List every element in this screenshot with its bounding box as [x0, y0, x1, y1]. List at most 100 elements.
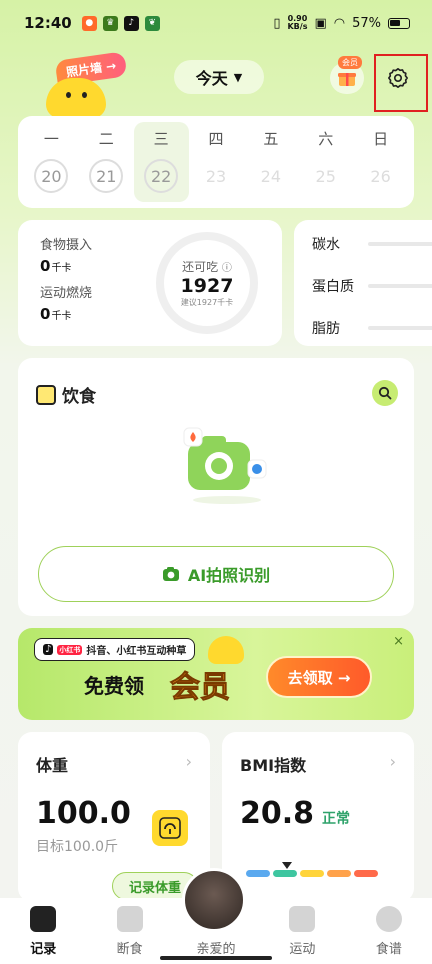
macro-protein: 蛋白质 — [294, 265, 432, 307]
date-label: 今天 — [195, 69, 228, 88]
day-label: 二 — [98, 130, 114, 148]
intake-block: 食物摄入 0千卡 — [40, 234, 92, 275]
weight-card[interactable]: 体重 › 100.0 目标100.0斤 记录体重 — [18, 732, 210, 902]
bmi-card[interactable]: BMI指数 › 20.8 正常 — [222, 732, 414, 902]
tiktok-icon: ♪ — [123, 15, 139, 31]
vibrate-icon: ▯ — [273, 15, 281, 31]
macro-card[interactable]: 碳水 蛋白质 脂肪 — [294, 220, 432, 346]
calorie-summary-card[interactable]: 食物摄入 0千卡 运动燃烧 0千卡 还可吃 ⓘ 1927 建议1927千卡 — [18, 220, 282, 346]
bmi-scale — [246, 870, 378, 877]
day-wed-selected[interactable]: 三 22 — [133, 122, 189, 202]
remaining-label: 还可吃 — [182, 260, 219, 274]
intake-label: 食物摄入 — [40, 238, 93, 253]
diet-icon — [36, 384, 56, 405]
nav-record-label: 记录 — [30, 941, 57, 957]
ai-button-label: AI拍照识别 — [187, 566, 271, 585]
crown-icon: ♛ — [102, 15, 118, 31]
day-tue[interactable]: 二 21 — [79, 116, 134, 208]
nav-fasting[interactable]: 断食 — [86, 898, 172, 964]
diet-search-button[interactable] — [372, 380, 398, 406]
burn-value: 0 — [40, 305, 51, 323]
burn-block: 运动燃烧 0千卡 — [40, 282, 92, 323]
calendar-icon — [116, 905, 143, 932]
bmi-value: 20.8 — [240, 796, 315, 831]
bmi-segment — [354, 870, 378, 877]
intake-value-row: 0千卡 — [40, 257, 92, 275]
battery-text: 57% — [352, 15, 381, 31]
wifi-icon: ◠ — [333, 15, 346, 31]
day-label: 五 — [263, 130, 279, 148]
leaf-icon: ❦ — [144, 15, 160, 31]
fat-label: 脂肪 — [312, 321, 340, 337]
battery-icon — [388, 17, 410, 29]
day-sun[interactable]: 日 26 — [353, 116, 408, 208]
ai-photo-recognize-button[interactable]: AI拍照识别 — [38, 546, 394, 602]
bmi-title: BMI指数 — [240, 756, 307, 775]
photo-wall-entry[interactable]: 照片墙 → — [42, 51, 132, 118]
bmi-segment — [246, 870, 270, 877]
sim-icon: ▣ — [314, 15, 327, 31]
info-icon: ⓘ — [221, 263, 232, 274]
app-notification-icon: ● — [81, 15, 97, 31]
nav-record[interactable]: 记录 — [0, 898, 86, 964]
free-member-banner[interactable]: ♪ 小红书 抖音、小红书互动种草 免费领 会员 去领取 → × — [18, 628, 414, 720]
caret-down-icon: ▼ — [233, 70, 243, 84]
burn-label: 运动燃烧 — [40, 286, 93, 301]
day-mon[interactable]: 一 20 — [24, 116, 79, 208]
day-fri[interactable]: 五 24 — [243, 116, 298, 208]
weight-target: 目标100.0斤 — [36, 839, 119, 855]
burn-value-row: 0千卡 — [40, 305, 92, 323]
diet-card: 饮食 AI拍照识别 — [18, 358, 414, 616]
intake-value: 0 — [40, 257, 51, 275]
macro-carbs: 碳水 — [294, 223, 432, 265]
banner-close-icon[interactable]: × — [393, 634, 404, 649]
fat-bar — [368, 326, 432, 330]
nav-recipes[interactable]: 食谱 — [346, 898, 432, 964]
remaining-label-row: 还可吃 ⓘ — [182, 258, 232, 275]
dumbbell-icon — [289, 905, 316, 932]
macro-fat: 脂肪 — [294, 307, 432, 349]
fork-knife-icon — [375, 905, 402, 932]
day-thu[interactable]: 四 23 — [189, 116, 244, 208]
day-sat[interactable]: 六 25 — [298, 116, 353, 208]
weight-title: 体重 — [36, 756, 69, 775]
claim-button[interactable]: 去领取 → — [266, 656, 372, 698]
day-number: 26 — [370, 166, 391, 186]
banner-tag: ♪ 小红书 抖音、小红书互动种草 — [34, 638, 196, 661]
day-number: 22 — [144, 159, 179, 193]
day-number: 21 — [89, 159, 124, 193]
notification-icons: ● ♛ ♪ ❦ — [81, 15, 160, 31]
xiaohongshu-icon: 小红书 — [57, 644, 83, 655]
gift-icon — [338, 73, 356, 86]
date-selector[interactable]: 今天 ▼ — [174, 60, 264, 94]
protein-label: 蛋白质 — [312, 279, 354, 295]
bmi-status: 正常 — [322, 811, 350, 827]
companion-avatar[interactable] — [182, 868, 246, 932]
bmi-segment — [300, 870, 324, 877]
carbs-label: 碳水 — [312, 237, 340, 253]
burn-unit: 千卡 — [51, 311, 72, 322]
day-number: 23 — [205, 166, 227, 186]
search-icon — [378, 386, 392, 400]
net-speed: 0.90 KB/s — [287, 15, 307, 31]
status-right: ▯ 0.90 KB/s ▣ ◠ 57% — [273, 15, 410, 31]
banner-mascot-icon — [208, 636, 244, 664]
day-number: 25 — [315, 166, 336, 186]
banner-free-text: 免费领 — [84, 674, 144, 698]
day-number: 24 — [260, 166, 282, 186]
nav-recipes-label: 食谱 — [375, 941, 402, 957]
scale-icon — [152, 810, 188, 846]
member-badge: 会员 — [338, 56, 362, 69]
status-bar: 12:40 ● ♛ ♪ ❦ ▯ 0.90 KB/s ▣ ◠ 57% — [0, 0, 432, 46]
scale-glyph-icon — [159, 817, 181, 839]
nav-exercise[interactable]: 运动 — [259, 898, 345, 964]
status-time: 12:40 — [24, 14, 72, 32]
intake-unit: 千卡 — [51, 263, 72, 274]
tiktok-icon: ♪ — [43, 644, 54, 655]
protein-bar — [368, 284, 432, 288]
bookmark-icon — [30, 905, 57, 932]
day-label: 四 — [208, 130, 224, 148]
carbs-bar — [368, 242, 432, 246]
home-indicator[interactable] — [160, 956, 272, 960]
settings-highlight-box — [374, 54, 428, 112]
